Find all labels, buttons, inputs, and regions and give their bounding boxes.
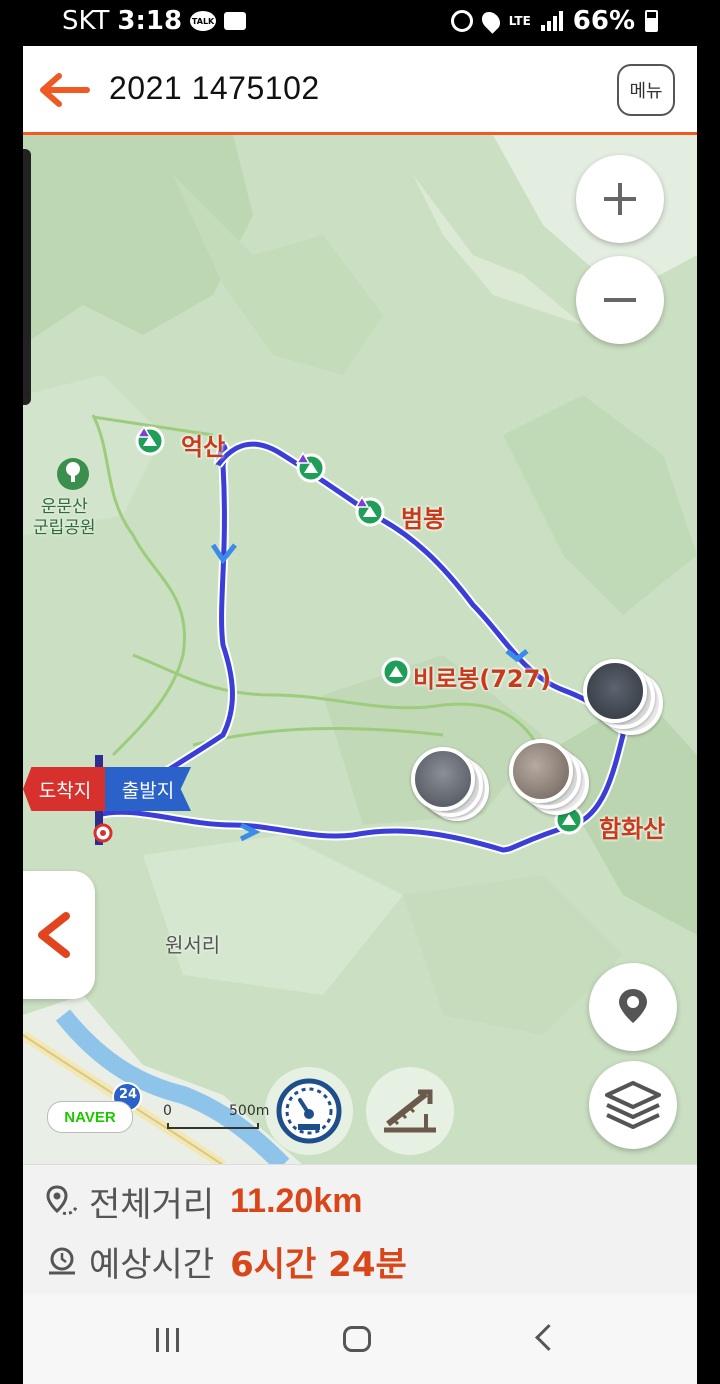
- elevation-icon: [384, 1089, 436, 1133]
- distance-label: 전체거리: [89, 1185, 215, 1225]
- photo-cluster-1[interactable]: [405, 747, 489, 821]
- layers-icon: [605, 1081, 661, 1129]
- recent-apps-button[interactable]: [156, 1328, 179, 1352]
- battery-percent: 66%: [572, 6, 635, 36]
- scale-start: 0: [163, 1103, 172, 1119]
- distance-row: 전체거리 11.20km: [45, 1177, 362, 1226]
- location-status-icon: [477, 8, 504, 34]
- clock-icon: [49, 1247, 75, 1274]
- top-bar: 2021 1475102 메뉴: [23, 46, 697, 135]
- layers-button[interactable]: [589, 1061, 677, 1149]
- arrow-left-icon: [40, 73, 90, 107]
- minus-icon: [604, 284, 636, 316]
- photo-cluster-3[interactable]: [579, 659, 663, 735]
- route-info-panel: 전체거리 11.20km 예상시간 6시간 24분: [23, 1164, 697, 1295]
- plus-icon: [604, 183, 636, 215]
- status-bar: SKT 3:18 TALK LTE 66%: [0, 0, 720, 46]
- time-value: 6시간 24분: [230, 1245, 407, 1285]
- map-scale: 0 500m: [163, 1103, 269, 1129]
- departure-flag: 출발지: [105, 767, 191, 811]
- scale-bar: [167, 1123, 259, 1129]
- time-label: 예상시간: [89, 1245, 215, 1285]
- clock: 3:18: [117, 6, 183, 36]
- message-notification-icon: [224, 12, 247, 30]
- speed-gauge-button[interactable]: [265, 1067, 353, 1155]
- map-view[interactable]: 억산 범봉 비로봉(727) 함화산 원서리 운문산 군립공원 도착지 출발지: [23, 135, 697, 1165]
- home-button[interactable]: [343, 1326, 371, 1352]
- chevron-left-icon: [38, 912, 70, 958]
- menu-button[interactable]: 메뉴: [617, 64, 675, 116]
- distance-value: 11.20km: [230, 1182, 363, 1220]
- talk-notification-icon: TALK: [190, 11, 217, 31]
- place-label-wonseori: 원서리: [165, 933, 221, 957]
- side-drawer-handle[interactable]: [23, 149, 31, 405]
- collapse-panel-button[interactable]: [23, 871, 95, 999]
- park-label: 운문산 군립공원: [33, 497, 96, 538]
- road-number-label: 24: [119, 1087, 138, 1102]
- location-pin-icon: [619, 989, 647, 1023]
- peak-marker-eoksan[interactable]: [135, 425, 165, 456]
- zoom-out-button[interactable]: [576, 256, 664, 344]
- battery-icon: [645, 10, 658, 32]
- time-row: 예상시간 6시간 24분: [45, 1237, 407, 1286]
- app-screen: 2021 1475102 메뉴 억산 범봉 비로봉(727) 함화산 원서리 운…: [23, 46, 697, 1384]
- map-label-eoksan: 억산: [181, 433, 226, 461]
- carrier-label: SKT: [62, 6, 110, 36]
- arrival-flag: 도착지: [23, 767, 107, 811]
- elevation-profile-button[interactable]: [366, 1067, 454, 1155]
- signal-icon: [540, 11, 563, 31]
- map-label-beombong: 범봉: [401, 505, 446, 533]
- park-icon: [57, 458, 89, 490]
- lte-label: LTE: [508, 13, 531, 28]
- my-location-button[interactable]: [589, 963, 677, 1051]
- map-label-hamhwasan: 함화산: [599, 815, 666, 843]
- route-distance-icon: [46, 1184, 78, 1215]
- system-nav-bar: [23, 1294, 697, 1384]
- scale-end: 500m: [229, 1103, 270, 1119]
- page-title: 2021 1475102: [109, 70, 320, 106]
- photo-cluster-2[interactable]: [505, 739, 589, 815]
- system-back-button[interactable]: [535, 1324, 562, 1351]
- peak-marker-1[interactable]: [295, 451, 326, 483]
- alarm-icon: [450, 10, 473, 32]
- back-button[interactable]: [37, 70, 91, 110]
- naver-logo: NAVER: [47, 1101, 133, 1133]
- speedometer-icon: [276, 1078, 342, 1144]
- peak-marker-beombong[interactable]: [354, 495, 385, 527]
- peak-marker-birobong[interactable]: [381, 657, 411, 687]
- map-label-birobong: 비로봉(727): [413, 665, 552, 693]
- zoom-in-button[interactable]: [576, 155, 664, 243]
